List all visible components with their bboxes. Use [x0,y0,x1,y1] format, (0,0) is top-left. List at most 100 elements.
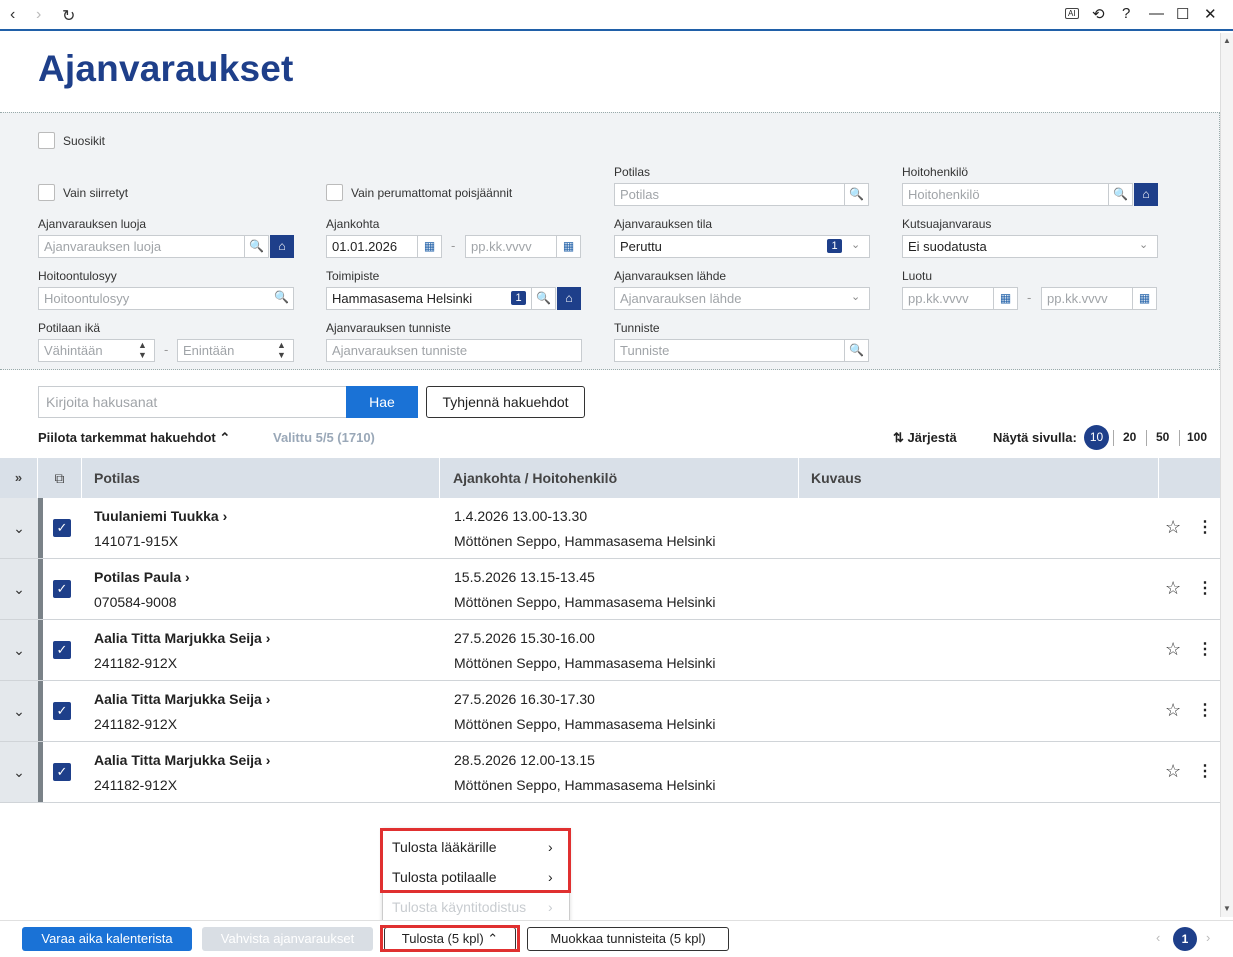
sort-button[interactable]: ⇅ Järjestä [893,430,957,446]
column-description[interactable]: Kuvaus [799,458,1159,498]
only-uncancelled-checkbox[interactable] [326,184,343,201]
history-icon[interactable]: ⟲ [1092,5,1105,23]
calendar-icon[interactable]: ▦ [993,287,1018,310]
select-all-icon[interactable]: ⧉ [38,458,82,498]
chevron-right-icon: › [548,899,553,915]
only-transferred-checkbox[interactable] [38,184,55,201]
column-datetime[interactable]: Ajankohta / Hoitohenkilö [440,458,799,498]
star-icon[interactable]: ☆ [1165,578,1181,599]
chevron-left-icon[interactable]: ‹ [1156,930,1160,945]
star-icon[interactable]: ☆ [1165,761,1181,782]
search-icon[interactable]: 🔍 [531,287,556,310]
row-checkbox[interactable]: ✓ [53,702,71,720]
search-icon[interactable]: 🔍 [244,235,269,258]
source-select[interactable]: Ajanvarauksen lähde [614,287,870,310]
patient-input[interactable]: Potilas [614,183,845,206]
calendar-icon[interactable]: ▦ [417,235,442,258]
close-icon[interactable]: ✕ [1204,5,1217,23]
creator-input[interactable]: Ajanvarauksen luoja [38,235,245,258]
hide-advanced-filters-toggle[interactable]: Piilota tarkemmat hakuehdot ⌃ [38,430,230,446]
row-checkbox[interactable]: ✓ [53,641,71,659]
home-icon[interactable]: ⌂ [557,287,581,310]
home-icon[interactable]: ⌂ [270,235,294,258]
expand-row-icon[interactable]: ⌄ [0,620,38,680]
ai-icon[interactable]: AI [1065,8,1079,19]
expand-row-icon[interactable]: ⌄ [0,559,38,619]
stepper-icon[interactable]: ▲ ▼ [138,340,147,360]
page-size-10[interactable]: 10 [1084,425,1109,450]
patient-name-link[interactable]: Aalia Titta Marjukka Seija › [94,752,270,768]
patient-name-link[interactable]: Aalia Titta Marjukka Seija › [94,630,270,646]
chevron-right-icon[interactable]: › [1206,930,1210,945]
date-from-input[interactable]: 01.01.2026 [326,235,418,258]
calendar-icon[interactable]: ▦ [1132,287,1157,310]
current-page[interactable]: 1 [1173,927,1197,951]
print-highlight [380,925,520,952]
table-row[interactable]: ⌄ ✓ Aalia Titta Marjukka Seija › 241182-… [0,681,1220,742]
patient-name-link[interactable]: Tuulaniemi Tuukka › [94,508,227,524]
scroll-up-icon[interactable]: ▲ [1223,36,1231,45]
more-options-icon[interactable]: ⋮ [1197,761,1213,781]
star-icon[interactable]: ☆ [1165,700,1181,721]
date-to-input[interactable]: pp.kk.vvvv [465,235,557,258]
more-options-icon[interactable]: ⋮ [1197,578,1213,598]
reload-icon[interactable]: ↻ [62,6,75,26]
patient-name-link[interactable]: Aalia Titta Marjukka Seija › [94,691,270,707]
page-size-50[interactable]: 50 [1156,430,1169,444]
search-icon[interactable]: 🔍 [844,339,869,362]
minimize-icon[interactable]: — [1149,5,1164,22]
patient-name-link[interactable]: Potilas Paula › [94,569,190,585]
maximize-icon[interactable]: ☐ [1176,5,1189,23]
created-from-input[interactable]: pp.kk.vvvv [902,287,994,310]
row-checkbox[interactable]: ✓ [53,519,71,537]
clear-filters-button[interactable]: Tyhjennä hakuehdot [426,386,585,418]
column-patient[interactable]: Potilas [82,458,440,498]
search-icon[interactable]: 🔍 [844,183,869,206]
print-visit-certificate-item: Tulosta käyntitodistus [392,899,527,915]
expand-all-icon[interactable]: » [0,458,38,498]
more-options-icon[interactable]: ⋮ [1197,517,1213,537]
star-icon[interactable]: ☆ [1165,639,1181,660]
more-options-icon[interactable]: ⋮ [1197,639,1213,659]
star-icon[interactable]: ☆ [1165,517,1181,538]
appointment-time: 15.5.2026 13.15-13.45 [454,569,595,585]
search-input[interactable]: Kirjoita hakusanat [38,386,347,418]
row-checkbox[interactable]: ✓ [53,763,71,781]
help-icon[interactable]: ? [1122,5,1130,22]
scroll-down-icon[interactable]: ▼ [1223,904,1231,913]
expand-row-icon[interactable]: ⌄ [0,742,38,802]
reason-input[interactable]: Hoitoontulosyy [38,287,294,310]
table-row[interactable]: ⌄ ✓ Aalia Titta Marjukka Seija › 241182-… [0,742,1220,803]
expand-row-icon[interactable]: ⌄ [0,681,38,741]
unit-input[interactable]: Hammasasema Helsinki [326,287,532,310]
age-label: Potilaan ikä [38,321,101,335]
page-size-100[interactable]: 100 [1187,430,1207,444]
back-icon[interactable]: ‹ [10,6,15,24]
edit-identifiers-button[interactable]: Muokkaa tunnisteita (5 kpl) [527,927,729,951]
created-to-input[interactable]: pp.kk.vvvv [1041,287,1133,310]
expand-row-icon[interactable]: ⌄ [0,498,38,558]
booking-id-input[interactable]: Ajanvarauksen tunniste [326,339,582,362]
page-title: Ajanvaraukset [38,48,294,89]
table-row[interactable]: ⌄ ✓ Tuulaniemi Tuukka › 141071-915X 1.4.… [0,498,1220,559]
home-icon[interactable]: ⌂ [1134,183,1158,206]
book-from-calendar-button[interactable]: Varaa aika kalenterista [22,927,192,951]
caregiver-input[interactable]: Hoitohenkilö [902,183,1109,206]
hide-advanced-filters-label: Piilota tarkemmat hakuehdot [38,430,216,445]
stepper-icon[interactable]: ▲ ▼ [277,340,286,360]
page-size-20[interactable]: 20 [1123,430,1136,444]
patient-name: Tuulaniemi Tuukka [94,508,219,524]
more-options-icon[interactable]: ⋮ [1197,700,1213,720]
search-button[interactable]: Hae [346,386,418,418]
scrollbar[interactable] [1220,33,1233,917]
forward-icon[interactable]: › [36,6,41,24]
range-dash: - [164,342,169,357]
favorites-checkbox[interactable] [38,132,55,149]
identifier-input[interactable]: Tunniste [614,339,845,362]
table-row[interactable]: ⌄ ✓ Aalia Titta Marjukka Seija › 241182-… [0,620,1220,681]
search-icon[interactable]: 🔍 [1108,183,1133,206]
invite-select[interactable]: Ei suodatusta [902,235,1158,258]
row-checkbox[interactable]: ✓ [53,580,71,598]
table-row[interactable]: ⌄ ✓ Potilas Paula › 070584-9008 15.5.202… [0,559,1220,620]
calendar-icon[interactable]: ▦ [556,235,581,258]
